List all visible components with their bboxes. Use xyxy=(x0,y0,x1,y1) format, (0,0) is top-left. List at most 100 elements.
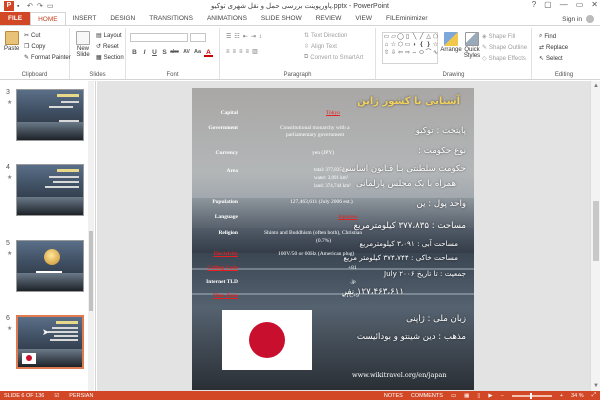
cut-button[interactable]: ✂ Cut xyxy=(24,32,40,40)
tab-insert[interactable]: INSERT xyxy=(66,12,104,25)
slide-sorter-icon[interactable]: ▦ xyxy=(464,393,469,399)
shape-option[interactable]: ⇔ xyxy=(411,49,418,57)
tab-design[interactable]: DESIGN xyxy=(103,12,142,25)
scrollbar-thumb[interactable] xyxy=(593,201,599,261)
format-painter-button[interactable]: ✎ Format Painter xyxy=(24,54,71,62)
shape-option[interactable]: ❵ xyxy=(425,41,432,49)
italic-button[interactable]: I xyxy=(140,48,149,57)
help-icon[interactable]: ? xyxy=(532,0,536,9)
undo-icon[interactable]: ↶ xyxy=(27,3,34,10)
decrease-indent-icon[interactable]: ⇤ xyxy=(243,33,249,40)
numbering-icon[interactable]: ☷ xyxy=(234,33,240,40)
new-slide-button[interactable]: New Slide xyxy=(73,31,93,58)
slide-canvas[interactable]: Capital Tokyo Government Constitutional … xyxy=(192,88,474,390)
copy-button[interactable]: ❐ Copy xyxy=(24,43,45,51)
shape-option[interactable]: ▯ xyxy=(404,33,411,41)
bullets-icon[interactable]: ☰ xyxy=(226,33,232,40)
save-icon[interactable]: ▪ xyxy=(17,3,24,10)
zoom-slider[interactable] xyxy=(511,392,552,399)
justify-icon[interactable]: ≡ xyxy=(246,49,251,55)
slide-thumbnail-pane[interactable]: 3 ★ 4 ★ 5 ★ 6 ★ ➤ xyxy=(0,81,96,391)
shape-option[interactable]: ◯ xyxy=(397,33,404,41)
slideshow-view-icon[interactable]: ▶ xyxy=(488,393,492,399)
shadow-button[interactable]: S xyxy=(160,48,169,57)
zoom-level[interactable]: 34 % xyxy=(571,393,584,399)
thumbnail-scrollbar[interactable] xyxy=(88,81,94,391)
increase-indent-icon[interactable]: ⇥ xyxy=(251,33,257,40)
align-right-icon[interactable]: ≡ xyxy=(239,49,244,55)
scrollbar-thumb[interactable] xyxy=(89,231,93,311)
comments-button[interactable]: COMMENTS xyxy=(411,393,443,399)
font-size-combo[interactable] xyxy=(190,33,206,42)
shape-option[interactable]: ⇧ xyxy=(383,49,390,57)
sign-in-link[interactable]: Sign in xyxy=(562,16,582,23)
zoom-in-icon[interactable]: + xyxy=(560,393,563,399)
scroll-up-icon[interactable]: ▲ xyxy=(593,83,599,89)
shape-option[interactable]: ▭ xyxy=(404,41,411,49)
shape-option[interactable]: ⌒ xyxy=(425,49,432,57)
zoom-out-icon[interactable]: − xyxy=(501,393,504,399)
time-zone-label-link[interactable]: Time Zone xyxy=(213,293,238,299)
convert-smartart-button[interactable]: ⧉ Convert to SmartArt xyxy=(304,54,363,61)
shape-option[interactable]: ⌂ xyxy=(383,41,390,49)
tab-home[interactable]: HOME xyxy=(30,12,66,25)
zoom-slider-knob[interactable] xyxy=(529,392,532,399)
shape-outline-button[interactable]: ✎ Shape Outline xyxy=(482,44,527,52)
shape-option[interactable]: ▱ xyxy=(390,33,397,41)
restore-icon[interactable]: ▭ xyxy=(576,0,584,9)
change-case-button[interactable]: Aa xyxy=(193,48,202,57)
shape-option[interactable]: ⇦ xyxy=(397,49,404,57)
shapes-gallery[interactable]: ▭ ▱ ◯ ▯ ╲ ╱ △ ⬠ ⌂ ☆ ⬡ ▭ ◗ ❴ ❵ ☆ ⇧ ⇩ ⇦ ⇨ ⇔ ⬭ ⌒ ∿ xyxy=(382,32,438,64)
shape-option[interactable]: ╱ xyxy=(418,33,425,41)
align-buttons[interactable]: ≡ ≡ ≡ ≡ ▥ xyxy=(226,48,259,56)
tab-fileminimizer[interactable]: FILEminimizer xyxy=(379,12,435,25)
strikethrough-button[interactable]: abc xyxy=(170,48,179,57)
align-left-icon[interactable]: ≡ xyxy=(226,49,231,55)
shape-option[interactable]: ⬭ xyxy=(418,49,425,57)
shape-option[interactable]: ⬡ xyxy=(397,41,404,49)
language-indicator[interactable]: PERSIAN xyxy=(69,393,93,399)
line-spacing-icon[interactable]: ↕ xyxy=(259,34,263,40)
slide-thumbnail-4[interactable] xyxy=(16,164,84,216)
tab-view[interactable]: VIEW xyxy=(348,12,379,25)
shape-option[interactable]: ▭ xyxy=(383,33,390,41)
shape-option[interactable]: ⇩ xyxy=(390,49,397,57)
shape-option[interactable]: ⬠ xyxy=(432,33,439,41)
font-name-combo[interactable] xyxy=(130,33,188,42)
sign-in-area[interactable]: Sign in xyxy=(562,15,594,23)
minimize-icon[interactable]: — xyxy=(560,0,568,9)
notes-button[interactable]: NOTES xyxy=(384,393,403,399)
tab-slide-show[interactable]: SLIDE SHOW xyxy=(254,12,309,25)
normal-view-icon[interactable]: ▭ xyxy=(451,393,456,399)
spell-check-icon[interactable]: ☑ xyxy=(54,393,59,399)
quick-styles-button[interactable]: Quick Styles xyxy=(463,32,481,59)
fit-slide-icon[interactable]: ⤢ xyxy=(592,392,596,399)
paste-button[interactable]: Paste xyxy=(4,31,19,52)
electricity-label-link[interactable]: Electricity xyxy=(214,251,238,257)
section-button[interactable]: ▦ Section xyxy=(96,54,124,62)
shape-option[interactable]: ╲ xyxy=(411,33,418,41)
shape-fill-button[interactable]: ◈ Shape Fill xyxy=(482,33,515,41)
ribbon-display-icon[interactable]: ▢ xyxy=(544,0,552,9)
tab-animations[interactable]: ANIMATIONS xyxy=(200,12,254,25)
shape-option[interactable]: ∿ xyxy=(432,49,439,57)
list-buttons[interactable]: ☰ ☷ ⇤ ⇥ ↕ xyxy=(226,33,263,41)
calling-code-label-link[interactable]: Calling Code xyxy=(207,265,238,271)
slideshow-icon[interactable]: ▭ xyxy=(47,3,54,10)
align-text-button[interactable]: ⇳ Align Text xyxy=(304,43,337,51)
capital-value-link[interactable]: Tokyo xyxy=(326,110,340,116)
shape-option[interactable]: ⇨ xyxy=(404,49,411,57)
slide-thumbnail-6[interactable] xyxy=(16,315,84,369)
scroll-down-icon[interactable]: ▼ xyxy=(593,383,599,389)
layout-button[interactable]: ▤ Layout xyxy=(96,32,122,40)
slide-thumbnail-5[interactable] xyxy=(16,240,84,292)
find-button[interactable]: ⌕ Find xyxy=(539,33,556,40)
slide-thumbnail-3[interactable] xyxy=(16,89,84,141)
bold-button[interactable]: B xyxy=(130,48,139,57)
tab-transitions[interactable]: TRANSITIONS xyxy=(142,12,200,25)
close-icon[interactable]: ✕ xyxy=(591,0,598,9)
redo-icon[interactable]: ↷ xyxy=(37,3,44,10)
shape-option[interactable]: ❴ xyxy=(418,41,425,49)
avatar[interactable] xyxy=(586,15,594,23)
reading-view-icon[interactable]: ▯ xyxy=(477,393,480,399)
